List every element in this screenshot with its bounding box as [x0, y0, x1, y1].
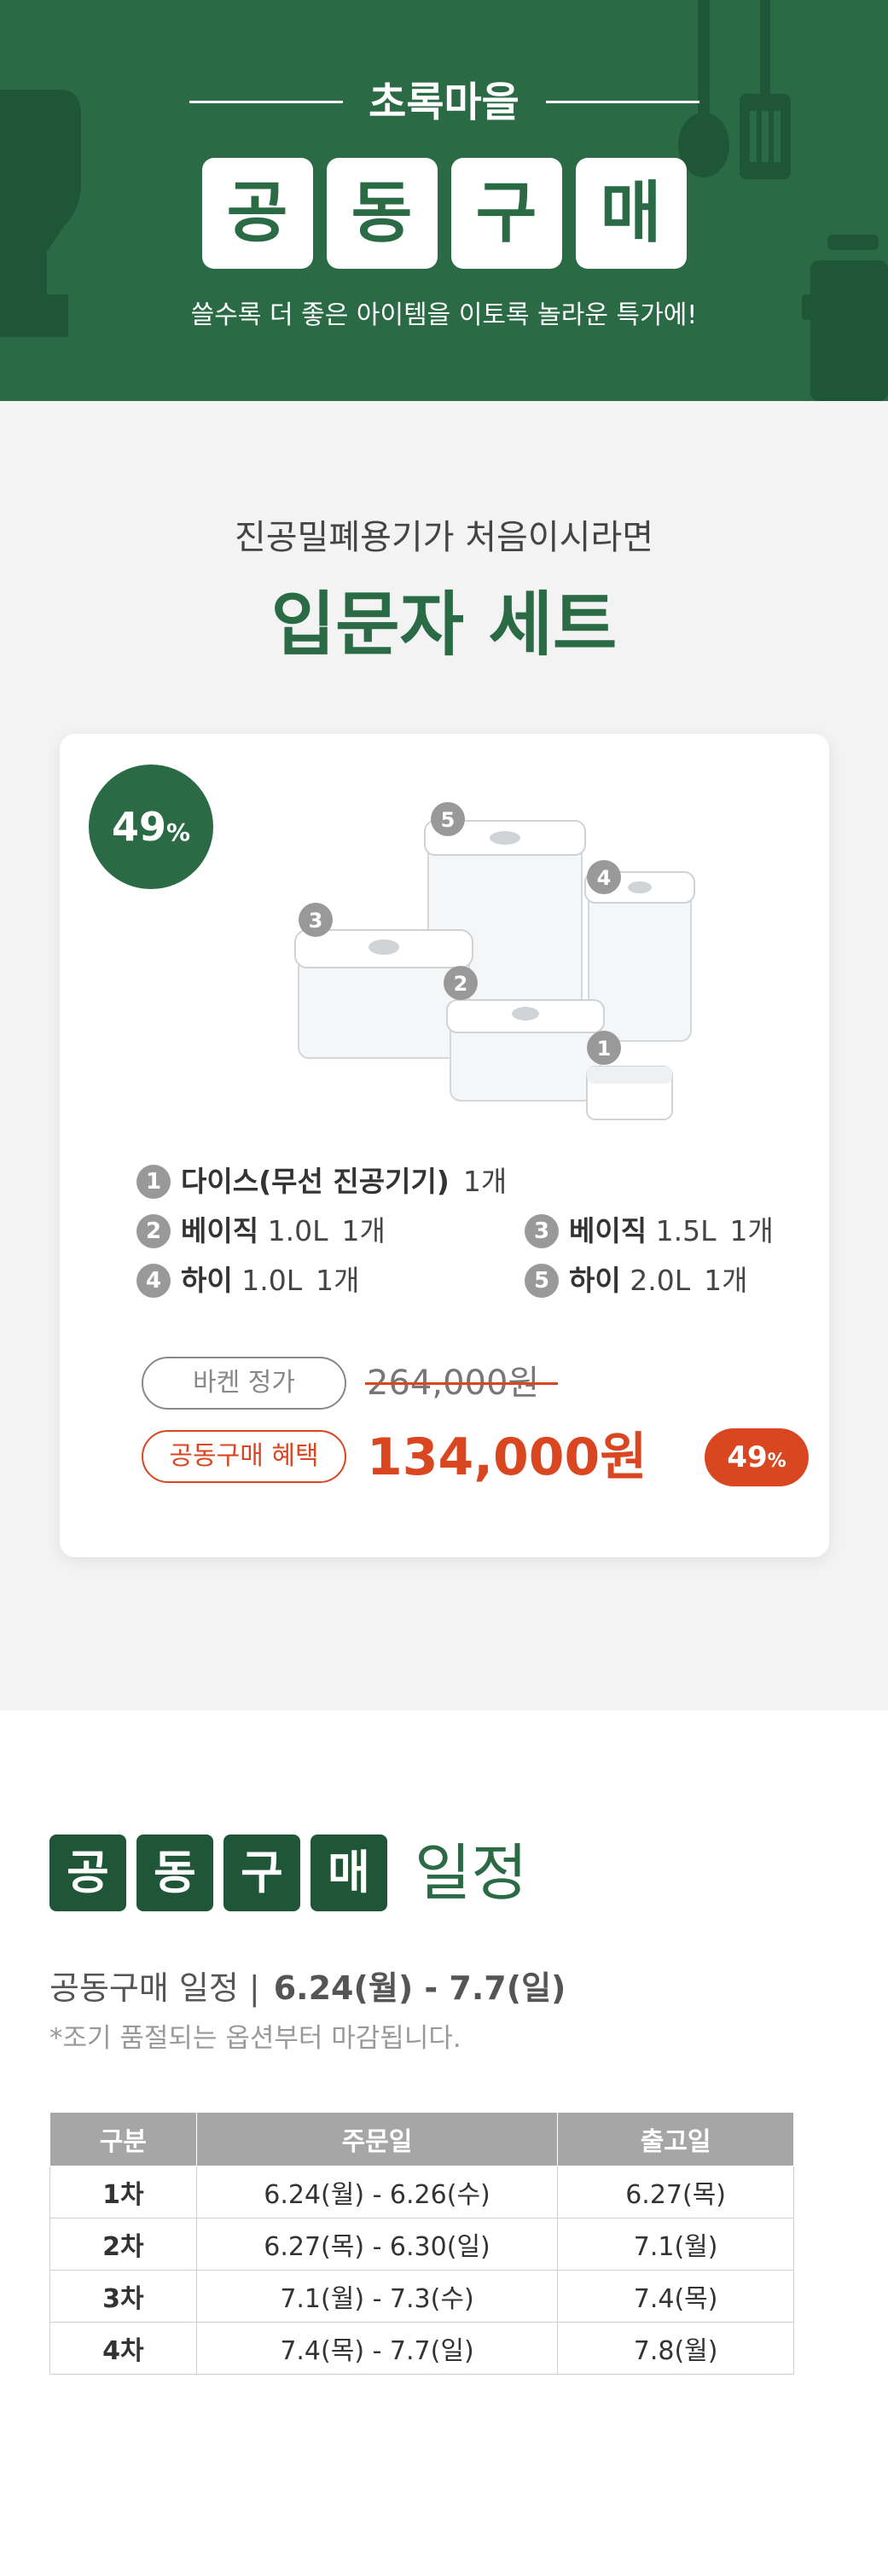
- marker-label: 1: [597, 1037, 612, 1061]
- hero-title-tiles: 공 동 구 매: [0, 158, 888, 269]
- marker-label: 2: [454, 972, 468, 996]
- marker-5: 5: [431, 802, 465, 836]
- container-3: [294, 929, 473, 1059]
- section-title: 입문자 세트: [270, 584, 618, 666]
- marker-1: 1: [587, 1031, 621, 1065]
- item-number-badge: 2: [136, 1213, 171, 1248]
- list-item: 4 하이 1.0L 1개: [136, 1259, 359, 1302]
- title-tile: 동: [326, 158, 438, 269]
- item-qty: 1개: [341, 1214, 386, 1247]
- round-cell: 4차: [49, 2322, 197, 2375]
- order-date-cell: 7.4(목) - 7.7(일): [195, 2322, 559, 2375]
- marker-label: 5: [441, 808, 456, 832]
- round-cell: 2차: [49, 2218, 197, 2271]
- table-row: 3차 7.1(월) - 7.3(수) 7.4(목): [49, 2270, 794, 2323]
- schedule-table: 구분 주문일 출고일 1차 6.24(월) - 6.26(수) 6.27(목) …: [49, 2112, 794, 2375]
- deal-discount-unit: %: [767, 1451, 786, 1472]
- item-name: 다이스(무선 진공기기): [181, 1165, 450, 1198]
- item-qty: 1개: [729, 1214, 774, 1247]
- marker-label: 3: [309, 909, 323, 933]
- schedule-heading: 공 동 구 매 일정: [49, 1835, 527, 1911]
- item-number-badge: 4: [136, 1263, 171, 1298]
- table-header-row: 구분 주문일 출고일: [49, 2112, 794, 2166]
- item-number-badge: 5: [525, 1263, 559, 1298]
- item-qty: 1개: [316, 1264, 360, 1297]
- order-date-cell: 6.24(월) - 6.26(수): [195, 2166, 559, 2218]
- column-header: 주문일: [195, 2112, 559, 2166]
- vacuum-device: [586, 1066, 673, 1120]
- item-number-badge: 1: [136, 1164, 171, 1199]
- marker-2: 2: [444, 966, 478, 1000]
- item-qty: 1개: [462, 1165, 508, 1198]
- item-spec: 2.0L: [630, 1264, 691, 1297]
- item-name: 베이직: [569, 1214, 647, 1247]
- ship-date-cell: 7.8(월): [557, 2322, 794, 2375]
- item-name: 베이직: [181, 1214, 259, 1247]
- schedule-period: 공동구매 일정 | 6.24(월) - 7.7(일): [49, 1967, 566, 2009]
- deal-price-label: 공동구매 혜택: [142, 1430, 346, 1483]
- item-number-badge: 3: [525, 1213, 559, 1248]
- heading-tile: 동: [136, 1835, 213, 1911]
- ship-date-cell: 6.27(목): [557, 2166, 794, 2218]
- starter-set-section: 진공밀폐용기가 처음이시라면 입문자 세트 49% 5 4 3 2 1 1 다이…: [0, 401, 888, 1711]
- heading-tile: 매: [311, 1835, 387, 1911]
- ship-date-cell: 7.1(월): [557, 2218, 794, 2271]
- list-item: 1 다이스(무선 진공기기) 1개: [136, 1160, 507, 1203]
- item-qty: 1개: [704, 1264, 748, 1297]
- table-row: 1차 6.24(월) - 6.26(수) 6.27(목): [49, 2166, 794, 2218]
- marker-4: 4: [587, 860, 621, 894]
- schedule-note: *조기 품절되는 옵션부터 마감됩니다.: [49, 2023, 461, 2054]
- marker-3: 3: [299, 903, 333, 937]
- price-block: 바켄 정가 264,000원 공동구매 혜택 134,000원 49%: [142, 1357, 809, 1493]
- list-item: 2 베이직 1.0L 1개: [136, 1210, 386, 1253]
- order-date-cell: 7.1(월) - 7.3(수): [195, 2270, 559, 2323]
- container-2: [446, 999, 605, 1102]
- schedule-section: 공 동 구 매 일정 공동구매 일정 | 6.24(월) - 7.7(일) *조기 품절되…: [0, 1711, 888, 2576]
- ship-date-cell: 7.4(목): [557, 2270, 794, 2323]
- product-card: 49% 5 4 3 2 1 1 다이스(무선 진공기기) 1개 2 베이직 1.…: [60, 734, 829, 1557]
- column-header: 구분: [49, 2112, 197, 2166]
- deal-discount-value: 49: [727, 1440, 768, 1474]
- item-name: 하이: [569, 1264, 621, 1297]
- section-kicker: 진공밀폐용기가 처음이시라면: [234, 518, 654, 557]
- hero-title: 초록마을: [369, 79, 519, 126]
- period-label: 공동구매 일정 |: [49, 1969, 260, 2007]
- heading-tile: 공: [49, 1835, 126, 1911]
- strikethrough-line: [365, 1382, 558, 1385]
- regular-price-label: 바켄 정가: [142, 1357, 346, 1410]
- title-tile: 매: [575, 158, 687, 269]
- deal-discount-badge: 49%: [705, 1428, 809, 1486]
- product-image: 5 4 3 2 1: [294, 802, 695, 1120]
- heading-word: 일정: [415, 1837, 528, 1909]
- hero-banner: 초록마을 공 동 구 매 쓸수록 더 좋은 아이템을 이토록 놀라운 특가에!: [0, 0, 888, 401]
- item-spec: 1.0L: [241, 1264, 303, 1297]
- list-item: 5 하이 2.0L 1개: [525, 1259, 747, 1302]
- list-item: 3 베이직 1.5L 1개: [525, 1210, 774, 1253]
- table-row: 4차 7.4(목) - 7.7(일) 7.8(월): [49, 2322, 794, 2375]
- round-cell: 3차: [49, 2270, 197, 2323]
- round-cell: 1차: [49, 2166, 197, 2218]
- deal-price: 134,000원: [367, 1428, 647, 1487]
- item-name: 하이: [181, 1264, 233, 1297]
- title-tile: 구: [450, 158, 562, 269]
- order-date-cell: 6.27(목) - 6.30(일): [195, 2218, 559, 2271]
- column-header: 출고일: [557, 2112, 794, 2166]
- title-tile: 공: [201, 158, 313, 269]
- period-value: 6.24(월) - 7.7(일): [273, 1969, 566, 2007]
- marker-label: 4: [597, 866, 612, 890]
- hero-title-row: 초록마을: [0, 73, 888, 132]
- discount-value: 49: [111, 804, 166, 850]
- hero-subtitle: 쓸수록 더 좋은 아이템을 이토록 놀라운 특가에!: [190, 300, 698, 330]
- item-spec: 1.0L: [267, 1214, 328, 1247]
- item-spec: 1.5L: [655, 1214, 717, 1247]
- table-row: 2차 6.27(목) - 6.30(일) 7.1(월): [49, 2218, 794, 2271]
- heading-tile: 구: [223, 1835, 300, 1911]
